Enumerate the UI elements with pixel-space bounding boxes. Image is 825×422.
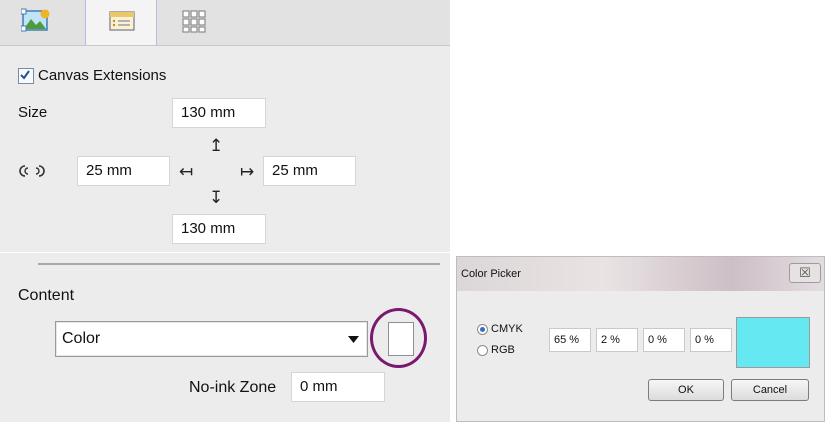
image-icon xyxy=(21,8,50,32)
content-type-select[interactable]: Color xyxy=(55,321,368,357)
rgb-label: RGB xyxy=(491,344,515,356)
dropdown-arrow-icon xyxy=(348,336,359,343)
bottom-extension-field[interactable]: 130 mm xyxy=(172,214,266,244)
highlight-circle xyxy=(370,308,427,368)
canvas-extensions-label: Canvas Extensions xyxy=(38,67,167,84)
content-label: Content xyxy=(18,287,75,304)
close-button[interactable]: ☒ xyxy=(789,263,821,283)
yellow-field[interactable]: 0 % xyxy=(643,328,685,352)
no-ink-zone-field[interactable]: 0 mm xyxy=(291,372,385,402)
canvas-extensions-checkbox[interactable] xyxy=(18,68,34,84)
black-field[interactable]: 0 % xyxy=(690,328,732,352)
tab-image[interactable] xyxy=(0,0,70,45)
layout-icon xyxy=(109,11,135,31)
rgb-radio[interactable] xyxy=(477,345,488,356)
right-extension-field[interactable]: 25 mm xyxy=(263,156,356,186)
content-type-value: Color xyxy=(62,330,101,347)
tab-layout[interactable] xyxy=(85,0,157,45)
link-icon[interactable] xyxy=(17,163,51,184)
arrow-up-icon: ↥ xyxy=(209,136,224,155)
ok-button[interactable]: OK xyxy=(648,379,724,401)
tab-grid[interactable] xyxy=(158,0,228,45)
no-ink-zone-label: No-ink Zone xyxy=(189,379,277,396)
cmyk-label: CMYK xyxy=(491,323,523,335)
divider xyxy=(38,263,440,265)
arrow-right-icon: ↦ xyxy=(240,162,255,181)
top-extension-field[interactable]: 130 mm xyxy=(172,98,266,128)
arrow-down-icon: ↧ xyxy=(209,188,224,207)
size-label: Size xyxy=(18,104,48,121)
left-extension-field[interactable]: 25 mm xyxy=(77,156,170,186)
dialog-title: Color Picker xyxy=(461,268,521,280)
cyan-field[interactable]: 65 % xyxy=(549,328,591,352)
cancel-button[interactable]: Cancel xyxy=(731,379,809,401)
checkmark-icon xyxy=(20,70,30,80)
arrow-left-icon: ↤ xyxy=(179,162,194,181)
grid-icon xyxy=(182,10,206,33)
close-icon: ☒ xyxy=(799,265,811,280)
cmyk-radio[interactable] xyxy=(477,324,488,335)
magenta-field[interactable]: 2 % xyxy=(596,328,638,352)
color-preview xyxy=(736,317,810,368)
